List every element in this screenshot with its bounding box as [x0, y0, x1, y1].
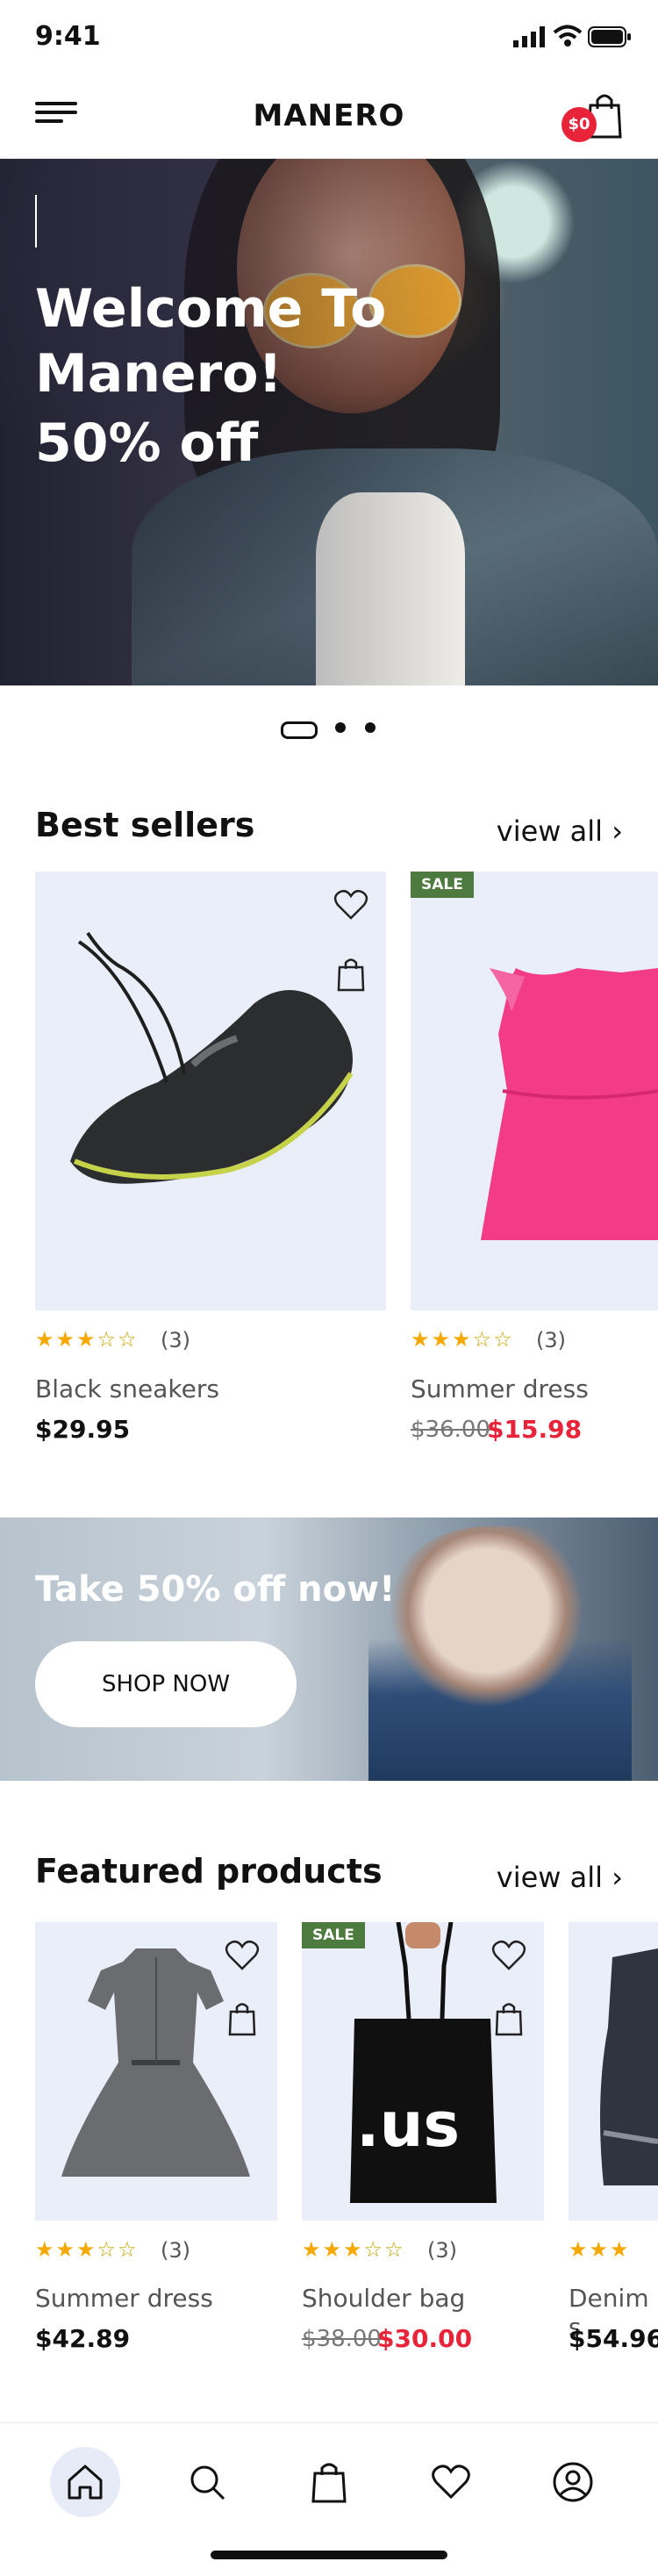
view-all-label: view all: [496, 814, 604, 848]
product-name[interactable]: Black sneakers: [35, 1374, 219, 1403]
add-to-bag-icon[interactable]: [336, 957, 366, 992]
product-sale-price: $15.98: [487, 1415, 583, 1444]
featured-view-all[interactable]: view all ›: [497, 1861, 623, 1894]
product-image-summer-dress[interactable]: [411, 872, 658, 1310]
review-count: (3): [161, 2238, 190, 2263]
product-image-denim[interactable]: [569, 1922, 658, 2221]
promo-text: Take 50% off now!: [35, 1569, 396, 1610]
chevron-right-icon: ›: [612, 814, 623, 848]
product-image-black-sneakers[interactable]: [35, 872, 386, 1310]
carousel-dot[interactable]: [365, 722, 375, 733]
product-price: $42.89: [35, 2324, 131, 2353]
add-to-bag-icon[interactable]: [494, 2001, 524, 2036]
wifi-icon: [553, 25, 583, 47]
review-count: (3): [536, 1328, 566, 1353]
product-name[interactable]: Summer dress: [411, 1374, 589, 1403]
heart-icon[interactable]: [491, 1940, 526, 1971]
review-count: (3): [161, 1328, 190, 1353]
signal-icon: [513, 26, 545, 47]
product-rating-stars: ★★★☆☆: [411, 1327, 514, 1352]
product-rating-stars: ★★★☆☆: [302, 2237, 405, 2262]
battery-icon: [588, 26, 631, 47]
bag-icon: [311, 2463, 347, 2503]
app-logo: MANERO: [253, 98, 405, 133]
hero-subtitle: 50% off: [35, 413, 259, 474]
product-name[interactable]: Summer dress: [35, 2284, 213, 2313]
pink-dress-illustration: [481, 968, 658, 1240]
nav-profile[interactable]: [538, 2447, 608, 2517]
review-count: (3): [427, 2238, 457, 2263]
chevron-right-icon: ›: [612, 1861, 623, 1894]
featured-title: Featured products: [35, 1852, 383, 1891]
cart-badge: $0: [561, 107, 597, 142]
product-rating-stars: ★★★☆☆: [35, 2237, 139, 2262]
status-time: 9:41: [35, 21, 101, 52]
product-old-price: $36.00: [411, 1417, 490, 1443]
add-to-bag-icon[interactable]: [227, 2001, 257, 2036]
product-name[interactable]: Shoulder bag: [302, 2284, 465, 2313]
status-bar: 9:41: [0, 0, 658, 77]
bag-print-text: .us: [356, 2089, 461, 2161]
best-sellers-title: Best sellers: [35, 806, 255, 844]
nav-bag[interactable]: [294, 2447, 364, 2517]
nav-search[interactable]: [172, 2447, 242, 2517]
sale-badge: SALE: [302, 1922, 365, 1948]
product-rating-stars: ★★★☆☆: [35, 1327, 139, 1352]
product-price: $29.95: [35, 1415, 131, 1444]
denim-illustration: [600, 1948, 658, 2185]
product-price: $54.96: [569, 2324, 658, 2353]
profile-icon: [553, 2462, 593, 2502]
heart-icon: [432, 2465, 470, 2500]
nav-wishlist[interactable]: [416, 2447, 486, 2517]
promo-model-shape: [368, 1526, 632, 1781]
carousel-dot[interactable]: [335, 722, 346, 733]
product-rating-stars: ★★★: [569, 2237, 631, 2262]
product-sale-price: $30.00: [377, 2324, 473, 2353]
view-all-label: view all: [496, 1861, 604, 1894]
sneaker-illustration: [70, 931, 354, 1184]
home-icon: [68, 2465, 103, 2500]
product-old-price: $38.00: [302, 2326, 382, 2352]
best-sellers-view-all[interactable]: view all ›: [497, 814, 623, 848]
shop-now-button[interactable]: SHOP NOW: [35, 1641, 297, 1727]
hero-accent-line: [35, 195, 37, 248]
carousel-dot-active[interactable]: [281, 721, 318, 739]
search-icon: [190, 2465, 225, 2501]
sale-badge: SALE: [411, 872, 474, 898]
nav-home[interactable]: [50, 2447, 120, 2517]
hero-title: Welcome To Manero!: [35, 278, 387, 405]
home-indicator[interactable]: [211, 2551, 447, 2559]
heart-icon[interactable]: [333, 889, 368, 921]
heart-icon[interactable]: [225, 1940, 260, 1971]
